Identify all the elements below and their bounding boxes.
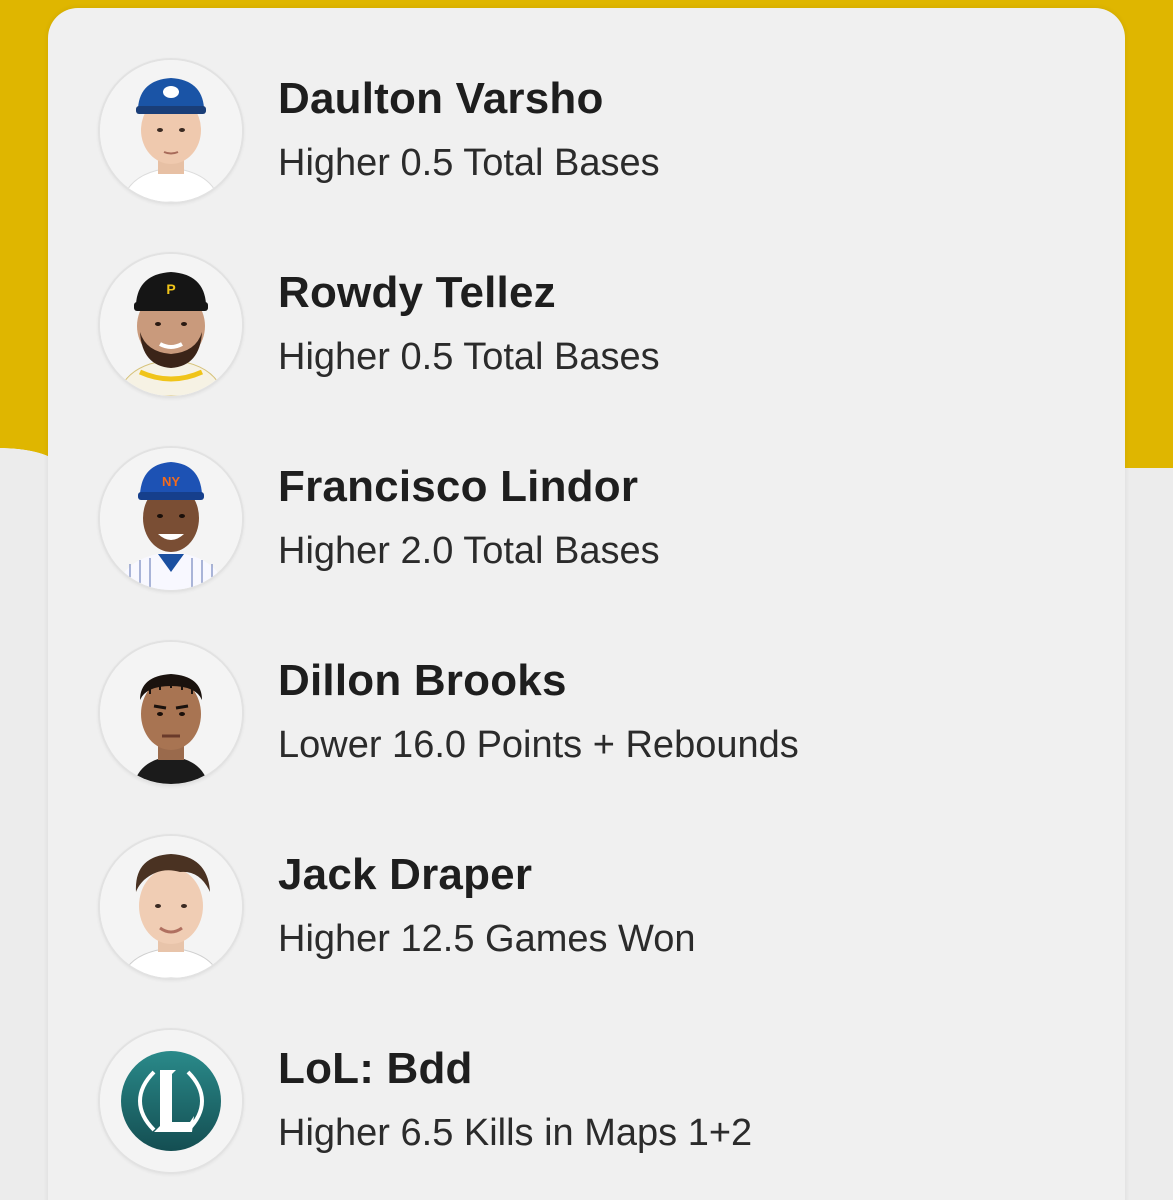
pick-line: Higher 0.5 Total Bases bbox=[278, 142, 660, 184]
pick-row-daulton-varsho[interactable]: Daulton Varsho Higher 0.5 Total Bases bbox=[48, 8, 1125, 204]
player-name: LoL: Bdd bbox=[278, 1044, 473, 1093]
pick-row-jack-draper[interactable]: Jack Draper Higher 12.5 Games Won bbox=[48, 784, 1125, 980]
pick-row-francisco-lindor[interactable]: NY Francisco Lindor Higher 2.0 Total Bas… bbox=[48, 396, 1125, 592]
player-name: Rowdy Tellez bbox=[278, 268, 556, 317]
player-avatar bbox=[98, 640, 244, 786]
pick-row-dillon-brooks[interactable]: Dillon Brooks Lower 16.0 Points + Reboun… bbox=[48, 590, 1125, 786]
pick-line: Higher 6.5 Kills in Maps 1+2 bbox=[278, 1112, 753, 1154]
pick-line: Higher 2.0 Total Bases bbox=[278, 530, 660, 572]
player-name: Dillon Brooks bbox=[278, 656, 567, 705]
player-avatar bbox=[98, 834, 244, 980]
picks-card: Daulton Varsho Higher 0.5 Total Bases P bbox=[48, 8, 1125, 1200]
player-name: Francisco Lindor bbox=[278, 462, 639, 511]
player-avatar: P bbox=[98, 252, 244, 398]
pick-row-lol-bdd[interactable]: LoL: Bdd Higher 6.5 Kills in Maps 1+2 bbox=[48, 978, 1125, 1174]
player-name: Daulton Varsho bbox=[278, 74, 604, 123]
pick-row-rowdy-tellez[interactable]: P Rowdy Tellez Higher 0.5 Total Bases bbox=[48, 202, 1125, 398]
pick-line: Higher 0.5 Total Bases bbox=[278, 336, 660, 378]
player-avatar bbox=[98, 58, 244, 204]
svg-text:NY: NY bbox=[162, 474, 180, 489]
player-avatar: NY bbox=[98, 446, 244, 592]
svg-text:P: P bbox=[166, 281, 175, 297]
pick-line: Higher 12.5 Games Won bbox=[278, 918, 696, 960]
league-of-legends-logo-icon bbox=[98, 1028, 244, 1174]
screen: Daulton Varsho Higher 0.5 Total Bases P bbox=[0, 0, 1173, 1200]
pick-line: Lower 16.0 Points + Rebounds bbox=[278, 724, 799, 766]
player-name: Jack Draper bbox=[278, 850, 533, 899]
